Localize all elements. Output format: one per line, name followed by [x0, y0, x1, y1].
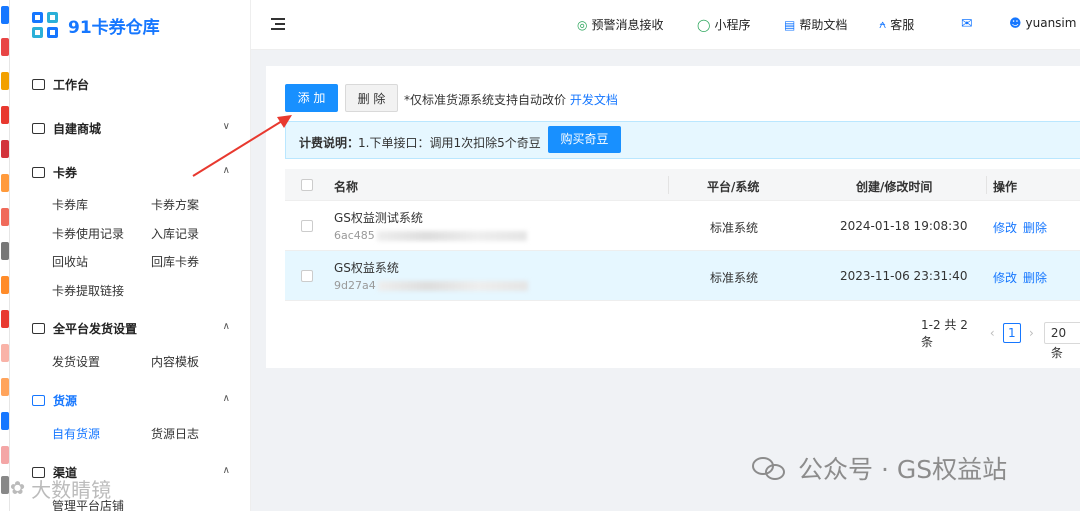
secondary-watermark: ✿ 大数睛镜	[10, 478, 112, 502]
watermark: 公众号 · GS权益站	[752, 450, 1007, 486]
wechat-icon	[752, 455, 788, 481]
annotation-arrow	[192, 115, 292, 177]
logo-icon: ✿	[10, 478, 26, 499]
